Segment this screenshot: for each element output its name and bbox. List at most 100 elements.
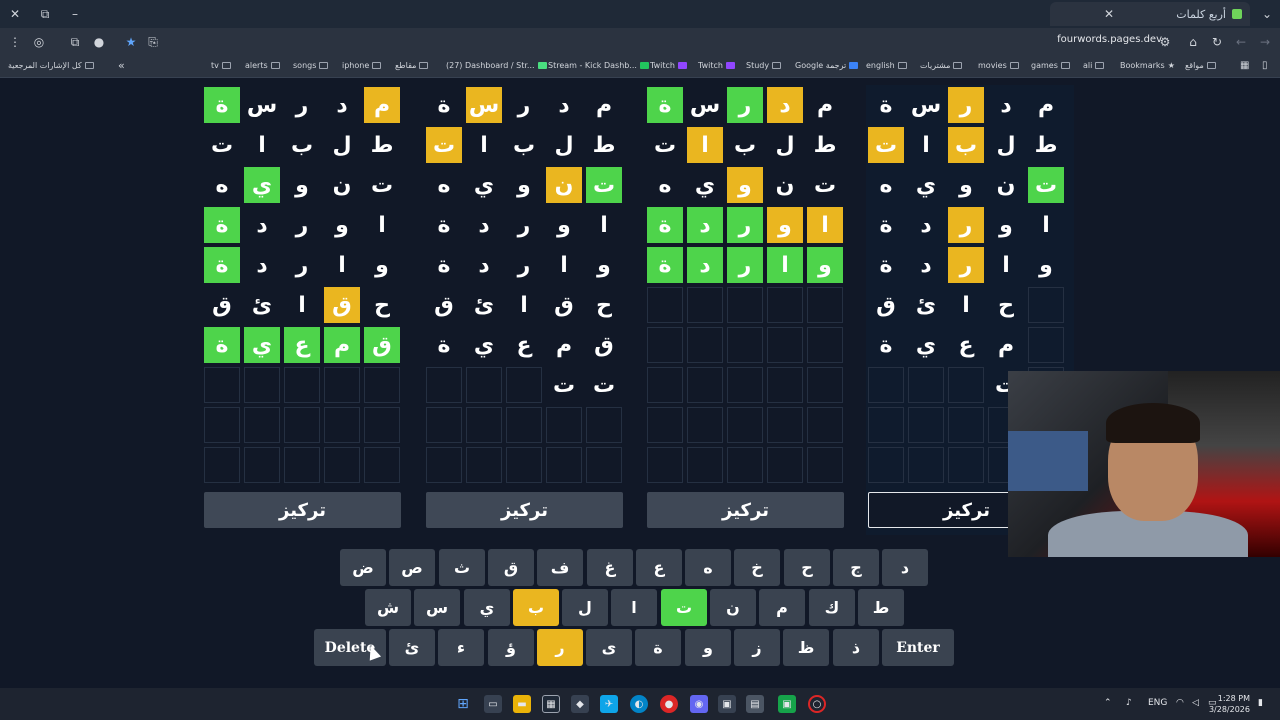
bookmark-star-icon[interactable]: ★ — [120, 32, 142, 52]
notification-icon[interactable]: ▮ — [1258, 698, 1263, 708]
keyboard-key[interactable]: د — [882, 549, 928, 586]
keyboard-key[interactable]: ب — [513, 589, 559, 626]
keyboard-key[interactable]: ط — [858, 589, 904, 626]
grid-apps-icon[interactable]: ▦ — [1240, 60, 1249, 71]
bookmark-item[interactable]: Twitch — [698, 61, 735, 70]
chrome-icon[interactable]: ● — [660, 695, 678, 713]
restore-window-icon[interactable]: ⧉ — [34, 4, 56, 24]
app-icon[interactable]: ◆ — [571, 695, 589, 713]
keyboard-key[interactable]: ض — [340, 549, 386, 586]
windows-start-icon[interactable]: ⊞ — [454, 695, 472, 713]
all-bookmarks[interactable]: كل الإشارات المرجعية — [8, 61, 94, 70]
language-indicator[interactable]: ENG — [1148, 698, 1167, 708]
bookmark-item[interactable]: Stream - Kick Dashb... — [548, 61, 649, 70]
discord-icon[interactable]: ◉ — [690, 695, 708, 713]
keyboard-key[interactable]: ت — [661, 589, 707, 626]
keyboard-key[interactable]: ف — [537, 549, 583, 586]
bookmark-item[interactable]: مواقع — [1185, 61, 1216, 70]
keyboard-key[interactable]: غ — [587, 549, 633, 586]
bookmark-item[interactable]: songs — [293, 61, 329, 70]
keyboard-key[interactable]: و — [685, 629, 731, 666]
keyboard-key[interactable]: س — [414, 589, 460, 626]
bookmark-item[interactable]: مشتريات — [920, 61, 963, 70]
keyboard-key[interactable]: ش — [365, 589, 411, 626]
keyboard-key[interactable]: ا — [611, 589, 657, 626]
keyboard-key[interactable]: ه — [685, 549, 731, 586]
app-icon[interactable]: ▣ — [718, 695, 736, 713]
bookmark-item[interactable]: games — [1031, 61, 1070, 70]
edge-icon[interactable]: ◐ — [630, 695, 648, 713]
keyboard-key[interactable]: ص — [389, 549, 435, 586]
keyboard-key[interactable]: ك — [809, 589, 855, 626]
home-icon[interactable]: ⌂ — [1182, 32, 1204, 52]
keyboard-key[interactable]: ز — [734, 629, 780, 666]
bookmark-item[interactable]: tv — [211, 61, 231, 70]
keyboard-key[interactable]: ي — [464, 589, 510, 626]
wifi-icon[interactable]: ◠ — [1176, 698, 1184, 708]
extensions-icon[interactable]: ⧉ — [64, 32, 86, 52]
keyboard-key[interactable]: ة — [635, 629, 681, 666]
taskview-icon[interactable]: ▭ — [484, 695, 502, 713]
app-icon[interactable]: ▣ — [778, 695, 796, 713]
keyboard-key[interactable]: ذ — [833, 629, 879, 666]
taskbar-clock[interactable]: 1:28 PM 3/28/2026 — [1209, 693, 1250, 715]
keyboard-key[interactable]: ح — [784, 549, 830, 586]
bookmark-item[interactable]: (27) Dashboard / Str... — [446, 61, 547, 70]
volume-icon[interactable]: ◁ — [1192, 698, 1199, 708]
bookmarks-overflow-icon[interactable]: « — [118, 59, 125, 72]
focus-button[interactable]: تركيز — [204, 492, 401, 528]
reload-icon[interactable]: ↻ — [1206, 32, 1228, 52]
minimize-window-icon[interactable]: – — [64, 4, 86, 24]
forward-arrow-icon[interactable]: ← — [1230, 32, 1252, 52]
sidebar-toggle-icon[interactable]: ▯ — [1262, 60, 1268, 71]
microphone-icon[interactable]: ♪ — [1126, 698, 1132, 708]
bookmark-item[interactable]: Study — [746, 61, 782, 70]
bookmark-item[interactable]: alerts — [245, 61, 280, 70]
file-explorer-icon[interactable]: ▬ — [513, 695, 531, 713]
keyboard-key[interactable]: خ — [734, 549, 780, 586]
keyboard-key[interactable]: ل — [562, 589, 608, 626]
focus-button[interactable]: تركيز — [647, 492, 844, 528]
bookmark-item[interactable]: Bookmarks ★ — [1120, 61, 1175, 70]
app-icon[interactable]: ○ — [808, 695, 826, 713]
keyboard-key[interactable]: ؤ — [488, 629, 534, 666]
bookmark-item[interactable]: iphone — [342, 61, 382, 70]
browser-tab[interactable]: أربع كلمات — [1050, 2, 1250, 26]
keyboard-key[interactable]: ق — [488, 549, 534, 586]
keyboard-key[interactable]: ر — [537, 629, 583, 666]
address-bar-url[interactable]: fourwords.pages.dev — [1057, 34, 1162, 45]
site-settings-icon[interactable]: ⚙ — [1154, 32, 1176, 52]
close-tab-icon[interactable]: ✕ — [1098, 4, 1120, 24]
keyboard-key[interactable]: ث — [439, 549, 485, 586]
close-window-icon[interactable]: ✕ — [4, 4, 26, 24]
board-3[interactable]: ة س ر د م ت ا ب ل ط ه ي و ن ت ة د ر و ا ة د ر ا و تركيز — [645, 85, 853, 535]
menu-dots-icon[interactable]: ⋮ — [4, 32, 26, 52]
bookmark-item[interactable]: Google ترجمة — [795, 61, 859, 70]
keyboard-key[interactable]: ج — [833, 549, 879, 586]
focus-button[interactable]: تركيز — [426, 492, 623, 528]
app-icon[interactable]: ✈ — [600, 695, 618, 713]
share-icon[interactable]: ⎘ — [142, 32, 164, 52]
keyboard-key[interactable]: م — [759, 589, 805, 626]
chevron-down-icon[interactable]: ⌄ — [1256, 4, 1278, 24]
shield-icon[interactable]: ● — [88, 32, 110, 52]
keyboard-key[interactable]: ى — [586, 629, 632, 666]
keyboard-key[interactable]: ئ — [389, 629, 435, 666]
store-icon[interactable]: ▦ — [542, 695, 560, 713]
keyboard-key[interactable]: ع — [636, 549, 682, 586]
keyboard-key[interactable]: ظ — [783, 629, 829, 666]
bookmark-item[interactable]: Twitch — [650, 61, 687, 70]
tray-chevron-icon[interactable]: ⌃ — [1104, 698, 1112, 708]
bookmark-item[interactable]: مقاطع — [395, 61, 429, 70]
board-2[interactable]: ة س ر د م ت ا ب ل ط ه ي و ن ت ة د ر و ا ة د ر ا و ق ئ ا ق ح ة ي ع م ق ت ت ترك… — [424, 85, 632, 535]
bookmark-item[interactable]: english — [866, 61, 907, 70]
app-icon[interactable]: ▤ — [746, 695, 764, 713]
bookmark-item[interactable]: movies — [978, 61, 1019, 70]
keyboard-key[interactable]: ن — [710, 589, 756, 626]
enter-key[interactable]: Enter — [882, 629, 954, 666]
bookmark-item[interactable]: ali — [1083, 61, 1105, 70]
profile-icon[interactable]: ◎ — [28, 32, 50, 52]
keyboard-key[interactable]: ء — [438, 629, 484, 666]
back-arrow-icon[interactable]: → — [1254, 32, 1276, 52]
board-1[interactable]: ة س ر د م ت ا ب ل ط ه ي و ن ت ة د ر و ا ة د ر ا و ق ئ ا ق ح ة ي ع م ق تركيز — [202, 85, 410, 535]
